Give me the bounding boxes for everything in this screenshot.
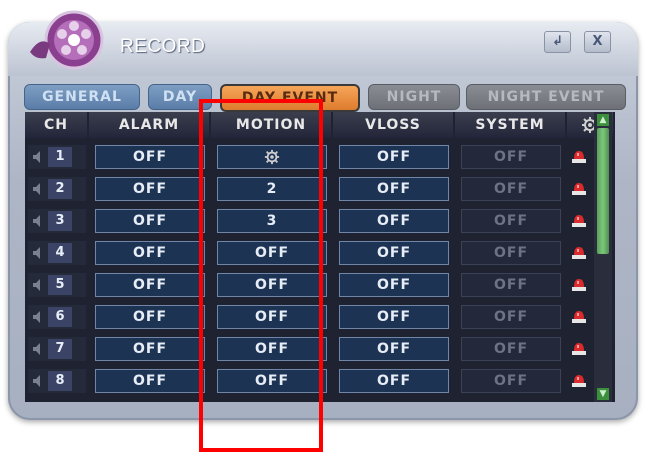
column-header-system: SYSTEM <box>455 112 565 138</box>
channel-number: 8 <box>48 371 72 391</box>
alarm-light-icon[interactable] <box>570 275 588 293</box>
alarm-field[interactable]: OFF <box>95 369 205 393</box>
system-field[interactable]: OFF <box>461 145 561 169</box>
vloss-field[interactable]: OFF <box>339 209 449 233</box>
motion-column-highlight <box>199 99 323 452</box>
close-icon: X <box>592 34 603 49</box>
column-header-alarm: ALARM <box>89 112 209 138</box>
alarm-field[interactable]: OFF <box>95 241 205 265</box>
column-header-ch: CH <box>25 112 87 138</box>
channel-number: 5 <box>48 275 72 295</box>
alarm-field[interactable]: OFF <box>95 145 205 169</box>
alarm-light-icon[interactable] <box>570 339 588 357</box>
alarm-field[interactable]: OFF <box>95 273 205 297</box>
system-field[interactable]: OFF <box>461 337 561 361</box>
vloss-field[interactable]: OFF <box>339 145 449 169</box>
channel-number: 7 <box>48 339 72 359</box>
speaker-icon <box>33 151 40 163</box>
channel-cell: 7 <box>28 337 86 361</box>
system-field[interactable]: OFF <box>461 305 561 329</box>
channel-cell: 8 <box>28 369 86 393</box>
channel-number: 2 <box>48 179 72 199</box>
speaker-icon <box>33 279 40 291</box>
alarm-field[interactable]: OFF <box>95 209 205 233</box>
system-field[interactable]: OFF <box>461 209 561 233</box>
vloss-field[interactable]: OFF <box>339 241 449 265</box>
vloss-field[interactable]: OFF <box>339 337 449 361</box>
window-title: RECORD <box>120 36 206 57</box>
speaker-icon <box>33 215 40 227</box>
speaker-icon <box>33 183 40 195</box>
alarm-light-icon[interactable] <box>570 211 588 229</box>
speaker-icon <box>33 247 40 259</box>
scroll-up-icon[interactable]: ▲ <box>597 114 609 126</box>
channel-cell: 1 <box>28 145 86 169</box>
vloss-field[interactable]: OFF <box>339 369 449 393</box>
channel-cell: 4 <box>28 241 86 265</box>
channel-cell: 2 <box>28 177 86 201</box>
channel-cell: 6 <box>28 305 86 329</box>
alarm-field[interactable]: OFF <box>95 305 205 329</box>
vloss-field[interactable]: OFF <box>339 273 449 297</box>
column-header-vloss: VLOSS <box>333 112 453 138</box>
alarm-light-icon[interactable] <box>570 307 588 325</box>
alarm-light-icon[interactable] <box>570 371 588 389</box>
channel-number: 3 <box>48 211 72 231</box>
alarm-field[interactable]: OFF <box>95 177 205 201</box>
channel-cell: 5 <box>28 273 86 297</box>
channel-cell: 3 <box>28 209 86 233</box>
scroll-down-icon[interactable]: ▼ <box>597 388 609 400</box>
alarm-light-icon[interactable] <box>570 147 588 165</box>
system-field[interactable]: OFF <box>461 369 561 393</box>
tab-night-event[interactable]: NIGHT EVENT <box>466 84 626 110</box>
speaker-icon <box>33 343 40 355</box>
channel-number: 6 <box>48 307 72 327</box>
alarm-light-icon[interactable] <box>570 243 588 261</box>
speaker-icon <box>33 375 40 387</box>
vloss-field[interactable]: OFF <box>339 177 449 201</box>
channel-number: 1 <box>48 147 72 167</box>
alarm-light-icon[interactable] <box>570 179 588 197</box>
vloss-field[interactable]: OFF <box>339 305 449 329</box>
system-field[interactable]: OFF <box>461 241 561 265</box>
enter-button[interactable]: ↲ <box>544 31 571 53</box>
speaker-icon <box>33 311 40 323</box>
alarm-field[interactable]: OFF <box>95 337 205 361</box>
channel-number: 4 <box>48 243 72 263</box>
system-field[interactable]: OFF <box>461 273 561 297</box>
film-reel-logo-icon <box>30 10 104 70</box>
tab-general[interactable]: GENERAL <box>24 84 140 110</box>
vertical-scrollbar[interactable]: ▲ ▼ <box>594 112 612 402</box>
close-button[interactable]: X <box>584 31 611 53</box>
tab-night[interactable]: NIGHT <box>368 84 460 110</box>
scrollbar-thumb[interactable] <box>597 128 609 254</box>
enter-icon: ↲ <box>552 34 563 49</box>
system-field[interactable]: OFF <box>461 177 561 201</box>
